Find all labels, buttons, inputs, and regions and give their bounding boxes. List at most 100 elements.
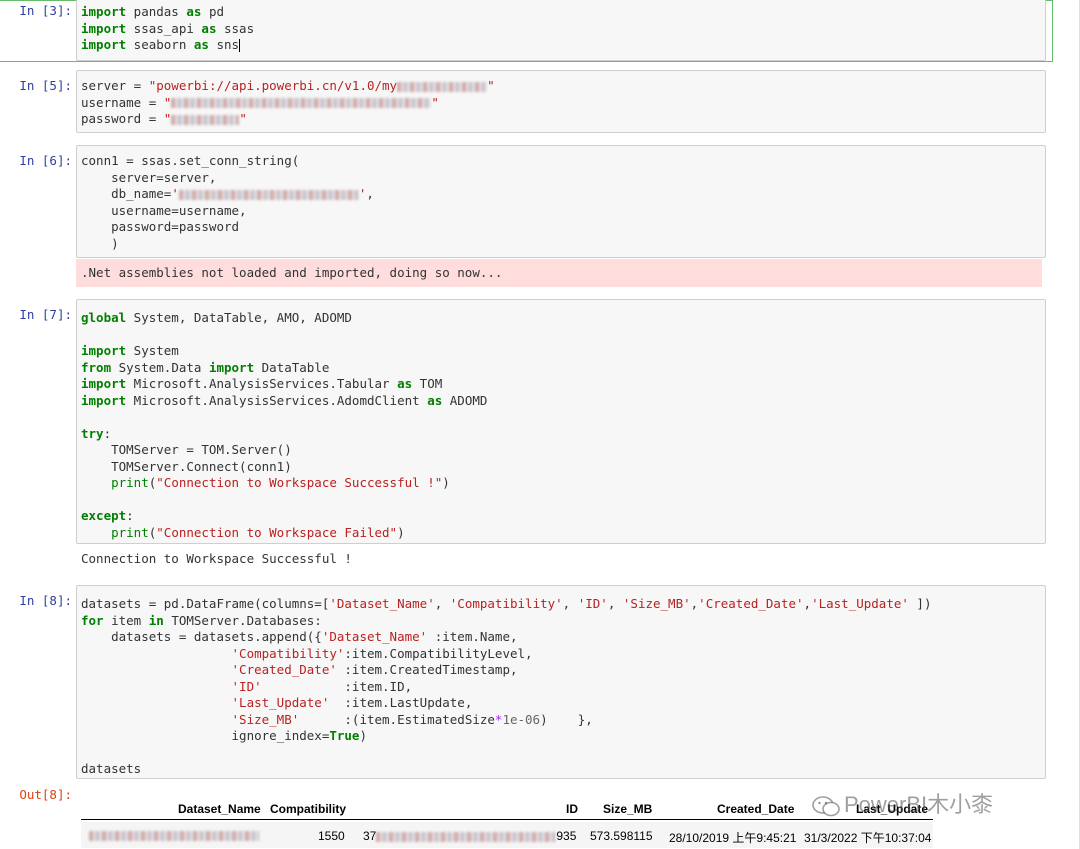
wechat-icon — [812, 796, 840, 817]
code-line: TOMServer = TOM.Server() — [81, 442, 292, 457]
code-input[interactable]: server = "powerbi://api.powerbi.cn/v1.0/… — [76, 70, 1046, 133]
cell-dataset-name — [89, 828, 259, 842]
code-text: server = — [81, 78, 149, 93]
stdout-output: Connection to Workspace Successful ! — [81, 551, 352, 566]
code-text: datasets = datasets.append({ — [81, 629, 322, 644]
code-text: :item.ID, — [261, 678, 413, 694]
code-line: datasets — [81, 761, 142, 776]
code-text: DataTable — [254, 359, 330, 375]
builtin-function: print — [81, 524, 149, 540]
code-input[interactable]: import pandas as pd import ssas_api as s… — [76, 0, 1046, 61]
string-literal: "Connection to Workspace Successful !" — [156, 475, 443, 490]
code-input[interactable]: global System, DataTable, AMO, ADOMD imp… — [76, 299, 1046, 544]
keyword: in — [148, 612, 164, 628]
text-cursor — [239, 39, 241, 52]
id-suffix: 935 — [556, 829, 577, 843]
keyword: as — [193, 37, 209, 52]
code-input[interactable]: conn1 = ssas.set_conn_string( server=ser… — [76, 145, 1046, 258]
cell-size-mb: 573.598115 — [590, 829, 653, 843]
string-literal: 'Size_MB' — [622, 596, 691, 611]
keyword: import — [81, 392, 127, 408]
id-prefix: 37 — [363, 829, 377, 843]
code-cell-6[interactable]: In [6]: conn1 = ssas.set_conn_string( se… — [0, 145, 1080, 290]
code-text: System, DataTable, AMO, ADOMD — [126, 310, 352, 325]
string-literal: "Connection to Workspace Failed" — [156, 524, 398, 540]
redacted-text — [89, 830, 259, 841]
code-text: :item.Name, — [427, 629, 518, 644]
output-prompt: Out[8]: — [19, 787, 72, 802]
code-text: ) }, — [540, 711, 593, 727]
keyword: try — [81, 425, 104, 441]
cell-created-date: 28/10/2019 上午9:45:21 — [669, 831, 797, 845]
input-prompt: In [7]: — [19, 307, 72, 322]
code-line: password=password — [81, 219, 240, 234]
redacted-text — [171, 114, 240, 125]
cell-compatibility: 1550 — [318, 829, 345, 843]
redacted-text — [178, 189, 359, 200]
string-literal: 'Compatibility' — [231, 645, 345, 661]
column-header: ID — [566, 802, 578, 816]
code-text: datasets = pd.DataFrame(columns=[ — [81, 596, 330, 611]
cell-last-update: 31/3/2022 下午10:37:04 — [804, 831, 932, 845]
string-literal: 'Compatibility' — [449, 596, 563, 611]
code-text: :(item.EstimatedSize — [299, 711, 495, 727]
keyword: global — [81, 310, 127, 325]
code-text: System.Data — [111, 359, 209, 375]
code-text: password = — [81, 111, 164, 126]
code-text: ssas_api — [126, 20, 202, 36]
header-divider — [81, 819, 933, 820]
string-literal: 'Last_Update' — [231, 695, 330, 710]
code-text: ) — [359, 728, 367, 743]
keyword: except — [81, 508, 127, 523]
code-text: :item.CompatibilityLevel, — [344, 645, 533, 661]
string-literal: 'Created_Date' — [231, 662, 337, 677]
string-literal: "powerbi://api.powerbi.cn/v1.0/my — [148, 78, 398, 93]
code-line: conn1 = ssas.set_conn_string( — [81, 153, 300, 168]
string-literal: 'ID' — [231, 678, 262, 694]
keyword: import — [81, 343, 127, 358]
keyword: as — [397, 376, 413, 391]
input-prompt: In [8]: — [19, 593, 72, 608]
watermark: PowerBI木小桼 — [812, 787, 993, 819]
column-header: Compatibility — [270, 802, 347, 816]
code-cell-3[interactable]: In [3]: import pandas as pd import ssas_… — [0, 0, 1080, 62]
code-text: Microsoft.AnalysisServices.Tabular — [126, 376, 398, 391]
string-literal: 'Dataset_Name' — [321, 629, 428, 644]
builtin-function: print — [81, 475, 149, 490]
keyword: from — [81, 359, 112, 375]
column-header: Size_MB — [603, 802, 653, 816]
code-text: TOM — [412, 376, 443, 391]
watermark-text: PowerBI木小桼 — [844, 792, 994, 817]
keyword: as — [186, 4, 202, 19]
keyword: True — [329, 728, 360, 743]
code-line: ) — [81, 235, 119, 251]
keyword: import — [81, 376, 127, 391]
keyword: import — [208, 359, 255, 375]
code-cell-7[interactable]: In [7]: global System, DataTable, AMO, A… — [0, 299, 1080, 574]
input-prompt: In [6]: — [19, 153, 72, 168]
column-header: Created_Date — [717, 802, 795, 816]
code-cell-8[interactable]: In [8]: datasets = pd.DataFrame(columns=… — [0, 585, 1080, 802]
code-input[interactable]: datasets = pd.DataFrame(columns=[ 'Datase… — [76, 585, 1046, 779]
keyword: import — [81, 20, 127, 36]
redacted-text — [376, 831, 557, 842]
code-text: db_name= — [81, 186, 172, 201]
stderr-output: .Net assemblies not loaded and imported,… — [76, 259, 1042, 287]
input-prompt: In [3]: — [19, 3, 72, 18]
code-text: Microsoft.AnalysisServices.AdomdClient — [126, 392, 428, 408]
code-text: :item.LastUpdate, — [329, 695, 473, 710]
input-prompt: In [5]: — [19, 78, 72, 93]
redacted-text — [397, 81, 488, 92]
string-literal: 'Last_Update' — [811, 596, 909, 611]
code-text: TOMServer.Databases: — [163, 612, 322, 628]
code-line: server=server, — [81, 169, 217, 185]
code-text: :item.CreatedTimestamp, — [336, 662, 518, 677]
code-cell-5[interactable]: In [5]: server = "powerbi://api.powerbi.… — [0, 70, 1080, 134]
code-text: ssas — [216, 20, 255, 36]
code-text: System — [126, 343, 179, 358]
code-line: TOMServer.Connect(conn1) — [81, 458, 292, 474]
column-header: Dataset_Name — [178, 802, 261, 816]
string-literal: 'Created_Date' — [698, 596, 804, 611]
code-text: sns — [208, 37, 240, 52]
string-literal: 'ID' — [577, 596, 608, 611]
